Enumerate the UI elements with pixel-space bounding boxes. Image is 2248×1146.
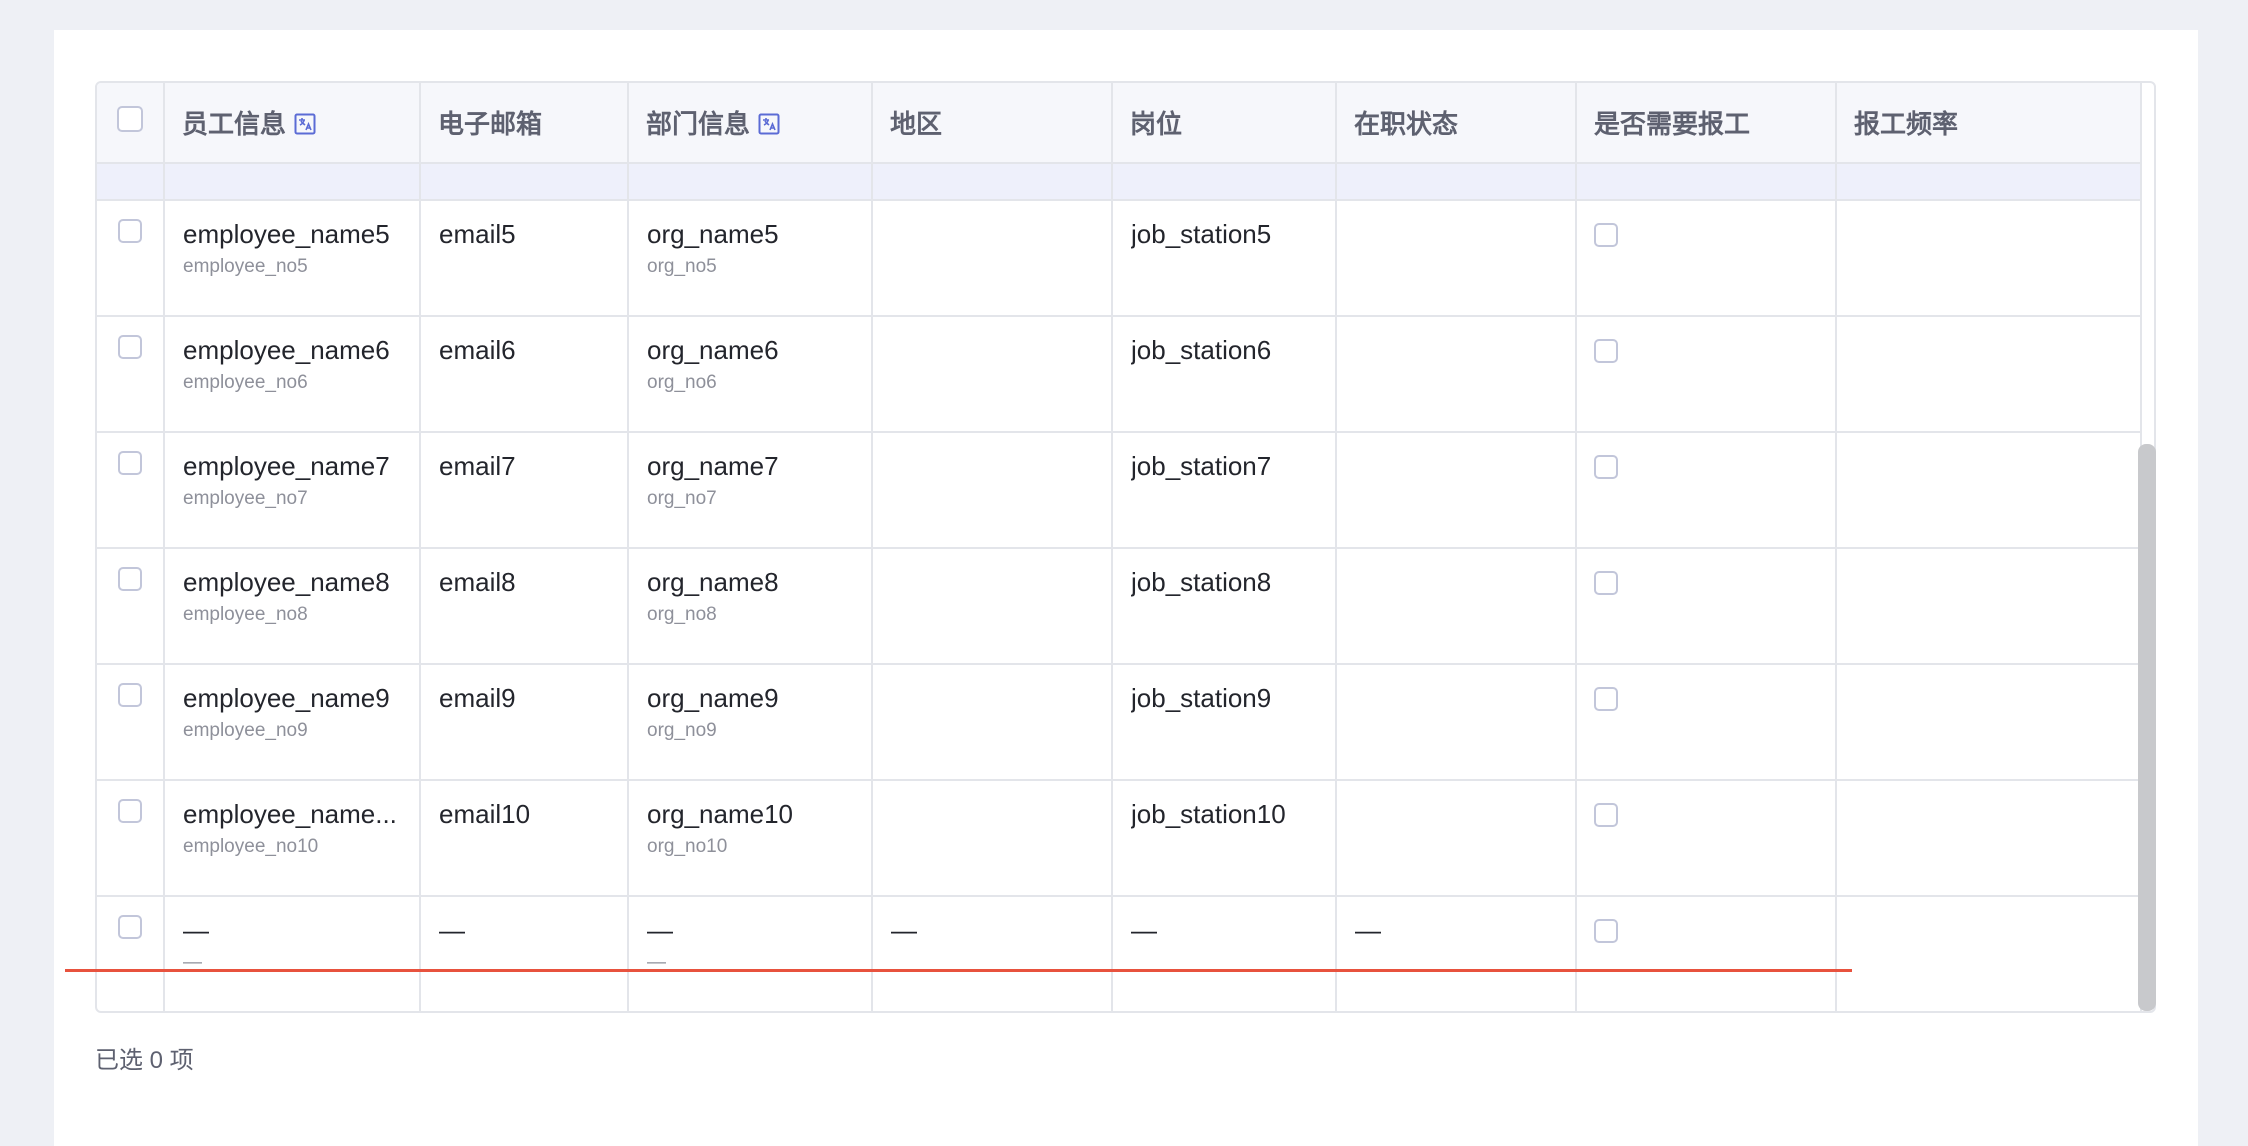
employee-no: employee_no5 (183, 256, 308, 277)
employee-no: employee_no8 (183, 604, 308, 625)
column-header-need-report: 是否需要报工 (1576, 83, 1837, 164)
job-station: — (1131, 915, 1157, 945)
region: — (891, 915, 917, 945)
employee-name: employee_name5 (183, 219, 390, 249)
org-no: — (647, 952, 666, 973)
org-no: org_no5 (647, 256, 717, 277)
job-station: job_station9 (1131, 683, 1272, 713)
column-header-email: 电子邮箱 (420, 83, 629, 164)
row-checkbox[interactable] (118, 683, 142, 707)
selection-count: 已选 0 项 (95, 1047, 194, 1074)
need-report-checkbox[interactable] (1594, 223, 1618, 247)
org-no: org_no6 (647, 372, 717, 393)
column-header-employment-status: 在职状态 (1336, 83, 1577, 164)
org-name: org_name8 (647, 567, 779, 597)
need-report-checkbox[interactable] (1594, 571, 1618, 595)
email: email5 (439, 219, 516, 249)
employee-no: employee_no9 (183, 720, 308, 741)
vertical-scrollbar[interactable] (2138, 444, 2156, 1011)
org-no: org_no9 (647, 720, 717, 741)
org-no: org_no8 (647, 604, 717, 625)
column-header-job-station: 岗位 (1112, 83, 1337, 164)
org-name: org_name6 (647, 335, 779, 365)
email: email10 (439, 799, 531, 829)
employee-name: employee_name8 (183, 567, 390, 597)
job-station: job_station10 (1131, 799, 1286, 829)
row-checkbox[interactable] (118, 451, 142, 475)
employee-table: 员工信息 电子邮箱 部门信息 地区 岗位 在职状态 是否需要报工 报工频率 em… (95, 81, 2156, 1013)
table-row[interactable]: — — — — — — — — (97, 896, 2142, 1011)
employee-name: — (183, 915, 209, 945)
need-report-checkbox[interactable] (1594, 919, 1618, 943)
row-checkbox[interactable] (118, 567, 142, 591)
column-header-region: 地区 (872, 83, 1113, 164)
translate-icon[interactable] (294, 113, 316, 135)
org-name: org_name5 (647, 219, 779, 249)
email: — (439, 915, 465, 945)
need-report-checkbox[interactable] (1594, 339, 1618, 363)
table-row[interactable]: employee_name5 employee_no5 email5 org_na… (97, 200, 2142, 317)
employee-name: employee_name6 (183, 335, 390, 365)
table-row[interactable]: employee_name8 employee_no8 email8 org_na… (97, 548, 2142, 665)
employment-status: — (1355, 915, 1381, 945)
filter-row (97, 163, 2142, 201)
org-no: org_no10 (647, 836, 728, 857)
employee-no: employee_no7 (183, 488, 308, 509)
employee-no: — (183, 952, 202, 973)
employee-name: employee_name7 (183, 451, 390, 481)
org-name: — (647, 915, 673, 945)
table-row[interactable]: employee_name7 employee_no7 email7 org_na… (97, 432, 2142, 549)
email: email6 (439, 335, 516, 365)
job-station: job_station8 (1131, 567, 1272, 597)
org-no: org_no7 (647, 488, 717, 509)
email: email8 (439, 567, 516, 597)
need-report-checkbox[interactable] (1594, 455, 1618, 479)
table-row[interactable]: employee_name9 employee_no9 email9 org_na… (97, 664, 2142, 781)
need-report-checkbox[interactable] (1594, 803, 1618, 827)
job-station: job_station7 (1131, 451, 1272, 481)
marker-line (65, 969, 1852, 972)
column-header-org-info: 部门信息 (628, 83, 873, 164)
row-checkbox[interactable] (118, 219, 142, 243)
row-checkbox[interactable] (118, 799, 142, 823)
job-station: job_station5 (1131, 219, 1272, 249)
select-all-checkbox[interactable] (117, 106, 143, 132)
row-checkbox[interactable] (118, 335, 142, 359)
org-name: org_name7 (647, 451, 779, 481)
email: email7 (439, 451, 516, 481)
table-row[interactable]: employee_name... employee_no10 email10 or… (97, 780, 2142, 897)
employee-name: employee_name9 (183, 683, 390, 713)
employee-no: employee_no6 (183, 372, 308, 393)
column-header-employee-info: 员工信息 (164, 83, 421, 164)
need-report-checkbox[interactable] (1594, 687, 1618, 711)
table-header-row: 员工信息 电子邮箱 部门信息 地区 岗位 在职状态 是否需要报工 报工频率 (97, 83, 2142, 164)
employee-no: employee_no10 (183, 836, 319, 857)
column-header-report-frequency: 报工频率 (1836, 83, 2142, 164)
email: email9 (439, 683, 516, 713)
row-checkbox[interactable] (118, 915, 142, 939)
employee-name: employee_name... (183, 799, 397, 829)
org-name: org_name9 (647, 683, 779, 713)
job-station: job_station6 (1131, 335, 1272, 365)
select-all-cell (97, 83, 165, 164)
org-name: org_name10 (647, 799, 793, 829)
translate-icon[interactable] (758, 113, 780, 135)
table-row[interactable]: employee_name6 employee_no6 email6 org_na… (97, 316, 2142, 433)
